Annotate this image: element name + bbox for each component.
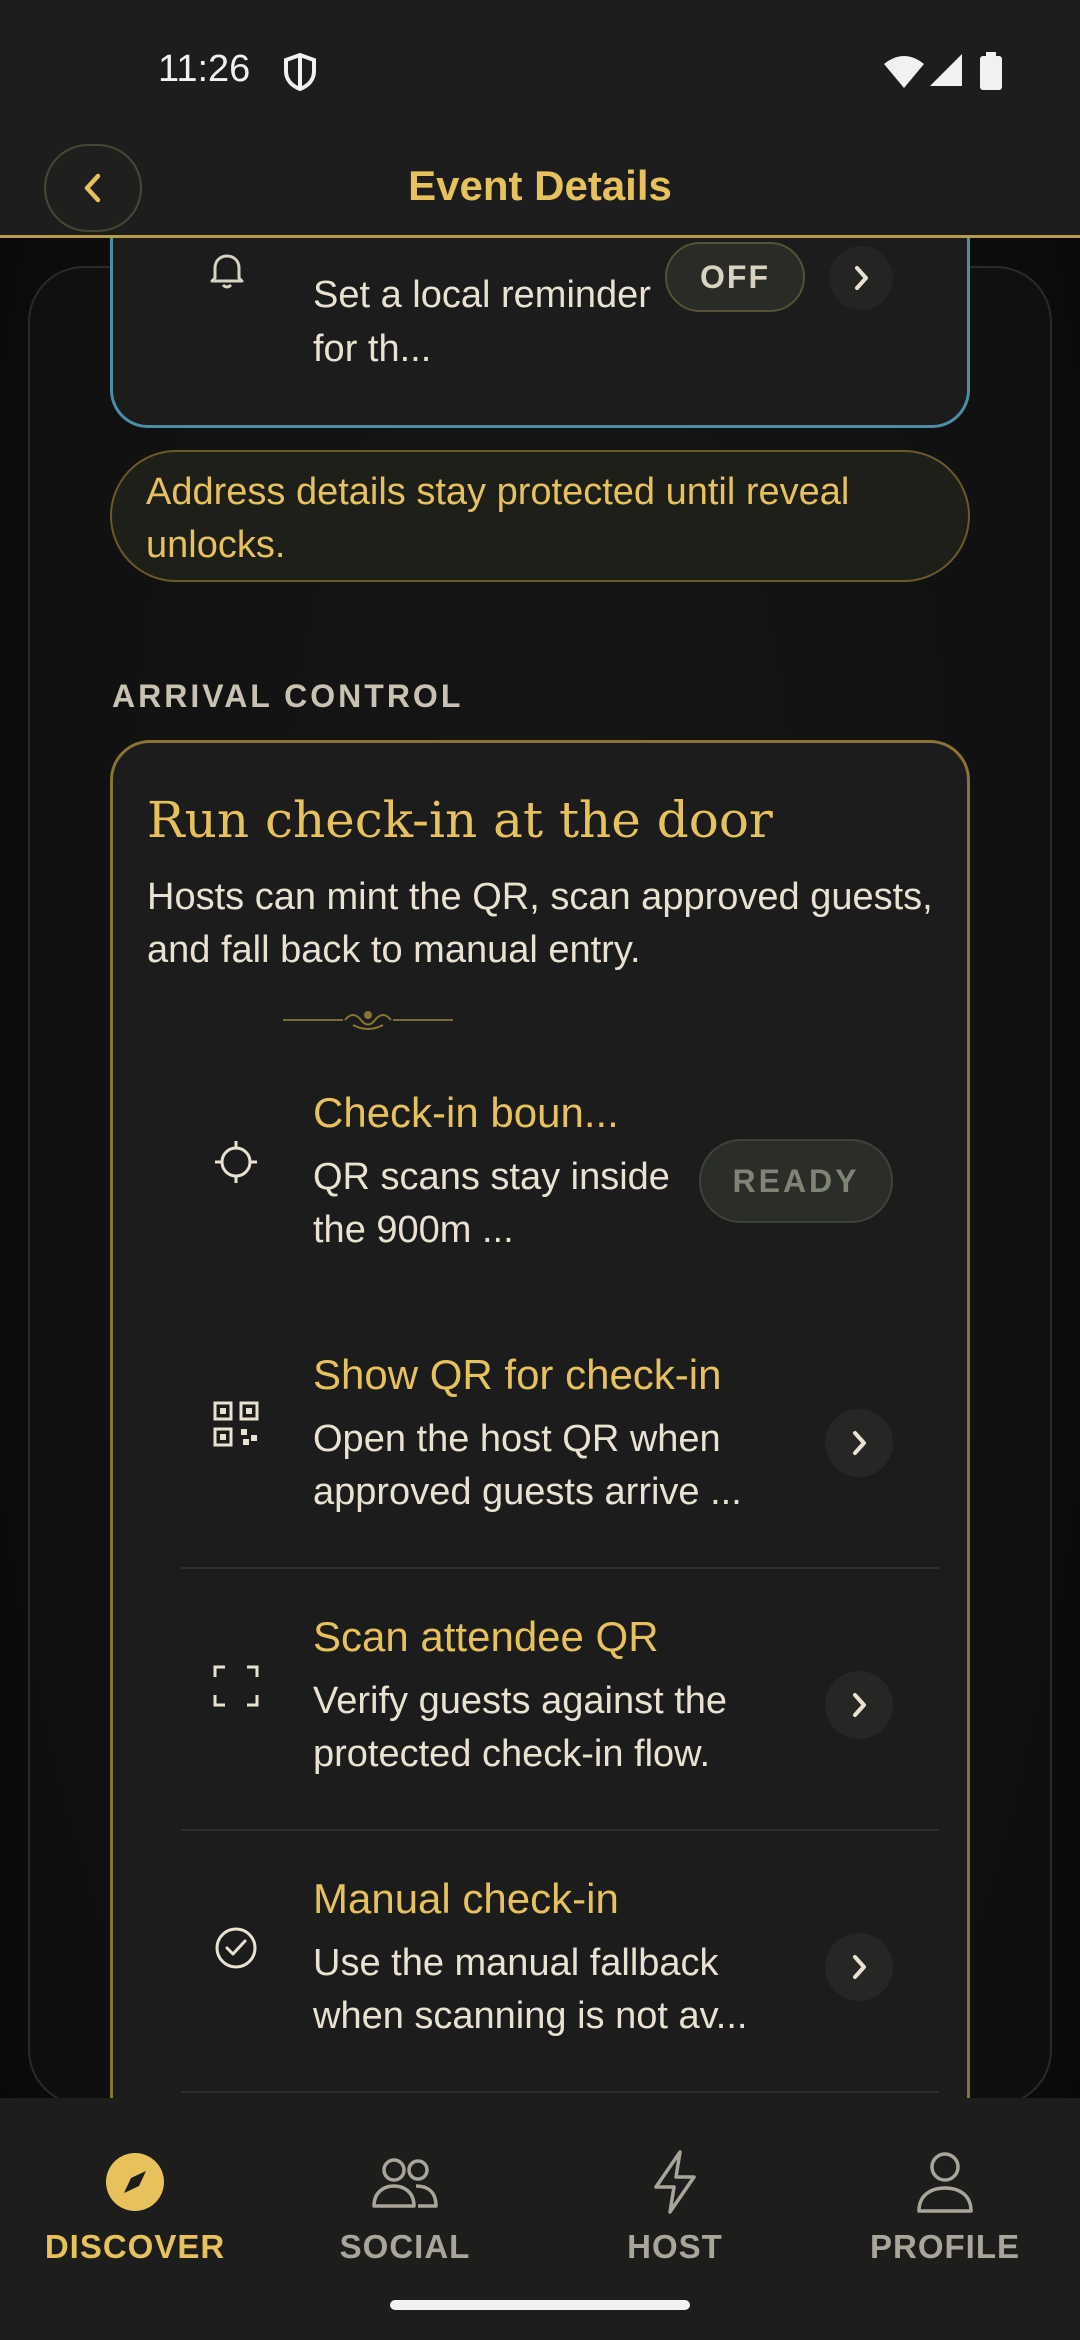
reminder-chevron-button[interactable] [829,246,893,310]
people-icon [270,2144,540,2220]
row-title: Show QR for check-in [313,1351,722,1398]
chevron-button[interactable] [825,1409,893,1477]
nav-item-discover[interactable]: DISCOVER [0,2144,270,2266]
ornament-divider-icon [283,1011,453,1030]
list-item-scan-qr[interactable]: Scan attendee QR Verify guests against t… [181,1565,939,1827]
row-description: Use the manual fallback when scanning is… [313,1942,748,2037]
nav-label: PROFILE [869,2228,1020,2265]
chevron-button[interactable] [825,1671,893,1739]
row-title: Manual check-in [313,1875,619,1922]
nav-label: SOCIAL [339,2228,471,2265]
list-item-manual-checkin[interactable]: Manual check-in Use the manual fallback … [181,1827,939,2089]
address-notice: Address details stay protected until rev… [110,450,970,582]
bell-icon [210,254,244,289]
nav-label: DISCOVER [44,2228,226,2265]
nav-item-host[interactable]: HOST [540,2144,810,2266]
row-title: Check-in boun... [313,1089,619,1136]
reminder-text: Set a local reminder for th... [313,274,651,370]
card-title: Run check-in at the door [147,791,773,849]
chevron-button[interactable] [825,1933,893,2001]
row-divider [181,2091,939,2093]
shield-icon [284,52,316,92]
status-time: 11:26 [158,48,251,90]
battery-icon [980,52,1002,90]
status-badge: READY [699,1139,893,1223]
app-header: Event Details [0,140,1080,238]
signal-icon [930,54,962,86]
scroll-content[interactable]: Set a local reminder for th... OFF Addre… [0,238,1080,2098]
chevron-right-icon [853,1431,866,1455]
home-indicator[interactable] [390,2300,690,2310]
status-bar: 11:26 [0,0,1080,140]
chevron-right-icon [853,1955,866,1979]
section-label: ARRIVAL CONTROL [112,678,464,714]
scan-frame-icon [211,1661,261,1711]
nav-label: HOST [627,2228,723,2265]
page-title: Event Details [408,162,672,209]
row-description: Verify guests against the protected chec… [313,1680,728,1775]
reminder-toggle[interactable]: OFF [665,242,805,312]
chevron-right-icon [853,1693,866,1717]
row-description: QR scans stay inside the 900m ... [313,1156,670,1251]
reminder-card[interactable]: Set a local reminder for th... OFF [110,238,970,428]
event-details-screen: 11:26 Event Details Set a local reminder… [0,0,1080,2340]
compass-icon [0,2144,270,2220]
nav-item-social[interactable]: SOCIAL [270,2144,540,2266]
card-subtitle: Hosts can mint the QR, scan approved gue… [147,876,933,971]
row-title: Scan attendee QR [313,1613,659,1660]
list-item-show-qr[interactable]: Show QR for check-in Open the host QR wh… [181,1303,939,1565]
list-item-checkin-boundary[interactable]: Check-in boun... QR scans stay inside th… [181,1041,939,1303]
person-icon [810,2144,1080,2220]
wifi-icon [884,56,924,88]
qr-code-icon [211,1399,261,1449]
check-circle-icon [211,1923,261,1973]
row-description: Open the host QR when approved guests ar… [313,1418,742,1513]
chevron-right-icon [855,266,868,290]
crosshair-icon [211,1137,261,1187]
nav-item-profile[interactable]: PROFILE [810,2144,1080,2266]
arrival-control-card: Run check-in at the door Hosts can mint … [110,740,970,2098]
lightning-icon [540,2144,810,2220]
